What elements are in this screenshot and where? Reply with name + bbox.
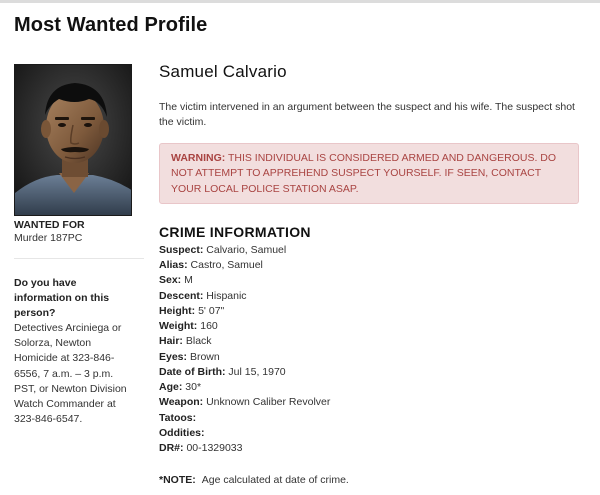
profile-sidebar: WANTED FOR Murder 187PC Do you have info… — [14, 64, 144, 427]
field-value: Black — [185, 335, 212, 348]
crime-row-dob: Date of Birth: Jul 15, 1970 — [159, 365, 579, 380]
suspect-photo — [14, 64, 132, 216]
crime-row-eyes: Eyes: Brown — [159, 350, 579, 365]
note-text: Age calculated at date of crime. — [201, 474, 349, 487]
field-label: Alias: — [159, 259, 188, 272]
field-value: 160 — [200, 320, 218, 333]
field-value: 5' 07" — [198, 304, 225, 317]
crime-row-weight: Weight: 160 — [159, 319, 579, 334]
field-label: DR#: — [159, 442, 184, 455]
note-label: *NOTE: — [159, 474, 196, 487]
field-value: Jul 15, 1970 — [228, 365, 286, 378]
field-value: 00-1329033 — [186, 442, 243, 455]
suspect-name: Samuel Calvario — [159, 62, 287, 81]
crime-row-descent: Descent: Hispanic — [159, 289, 579, 304]
sidebar-divider — [14, 258, 144, 259]
crime-row-dr-number: DR#: 00-1329033 — [159, 441, 579, 456]
field-label: Weight: — [159, 320, 198, 333]
field-label: Descent: — [159, 289, 204, 302]
field-label: Suspect: — [159, 243, 204, 256]
field-label: Age: — [159, 381, 183, 394]
page-title: Most Wanted Profile — [14, 14, 208, 36]
crime-row-height: Height: 5' 07" — [159, 304, 579, 319]
crime-row-weapon: Weapon: Unknown Caliber Revolver — [159, 395, 579, 410]
field-label: Tatoos: — [159, 411, 197, 424]
field-value: Calvario, Samuel — [206, 243, 287, 256]
warning-text: THIS INDIVIDUAL IS CONSIDERED ARMED AND … — [171, 152, 557, 195]
age-note: *NOTE: Age calculated at date of crime. — [159, 474, 579, 486]
profile-main: Samuel Calvario The victim intervened in… — [159, 62, 579, 486]
field-value: Hispanic — [206, 289, 247, 302]
field-label: Oddities: — [159, 426, 205, 439]
wanted-for-value: Murder 187PC — [14, 232, 83, 244]
field-label: Date of Birth: — [159, 365, 226, 378]
top-divider — [0, 0, 600, 3]
crime-info-heading: CRIME INFORMATION — [159, 223, 311, 240]
field-value: Unknown Caliber Revolver — [206, 396, 331, 409]
field-label: Height: — [159, 304, 196, 317]
contact-question: Do you have information on this person? — [14, 277, 110, 319]
crime-row-oddities: Oddities: — [159, 426, 579, 441]
field-label: Sex: — [159, 274, 182, 287]
crime-row-tatoos: Tatoos: — [159, 411, 579, 426]
crime-row-suspect: Suspect: Calvario, Samuel — [159, 243, 579, 258]
field-value: 30* — [185, 381, 202, 394]
field-value: Brown — [189, 350, 220, 363]
wanted-for-label: WANTED FOR — [14, 219, 85, 231]
crime-row-hair: Hair: Black — [159, 334, 579, 349]
crime-info-list: Suspect: Calvario, Samuel Alias: Castro,… — [159, 243, 579, 457]
case-summary: The victim intervened in an argument bet… — [159, 101, 575, 128]
crime-row-sex: Sex: M — [159, 273, 579, 288]
field-label: Weapon: — [159, 396, 204, 409]
field-value: Castro, Samuel — [190, 259, 263, 272]
crime-row-alias: Alias: Castro, Samuel — [159, 258, 579, 273]
field-label: Hair: — [159, 335, 183, 348]
contact-details: Detectives Arciniega or Solorza, Newton … — [14, 322, 127, 426]
field-value: M — [184, 274, 193, 287]
field-label: Eyes: — [159, 350, 188, 363]
warning-alert: WARNING: THIS INDIVIDUAL IS CONSIDERED A… — [159, 143, 579, 204]
warning-label: WARNING: — [171, 152, 226, 164]
crime-row-age: Age: 30* — [159, 380, 579, 395]
